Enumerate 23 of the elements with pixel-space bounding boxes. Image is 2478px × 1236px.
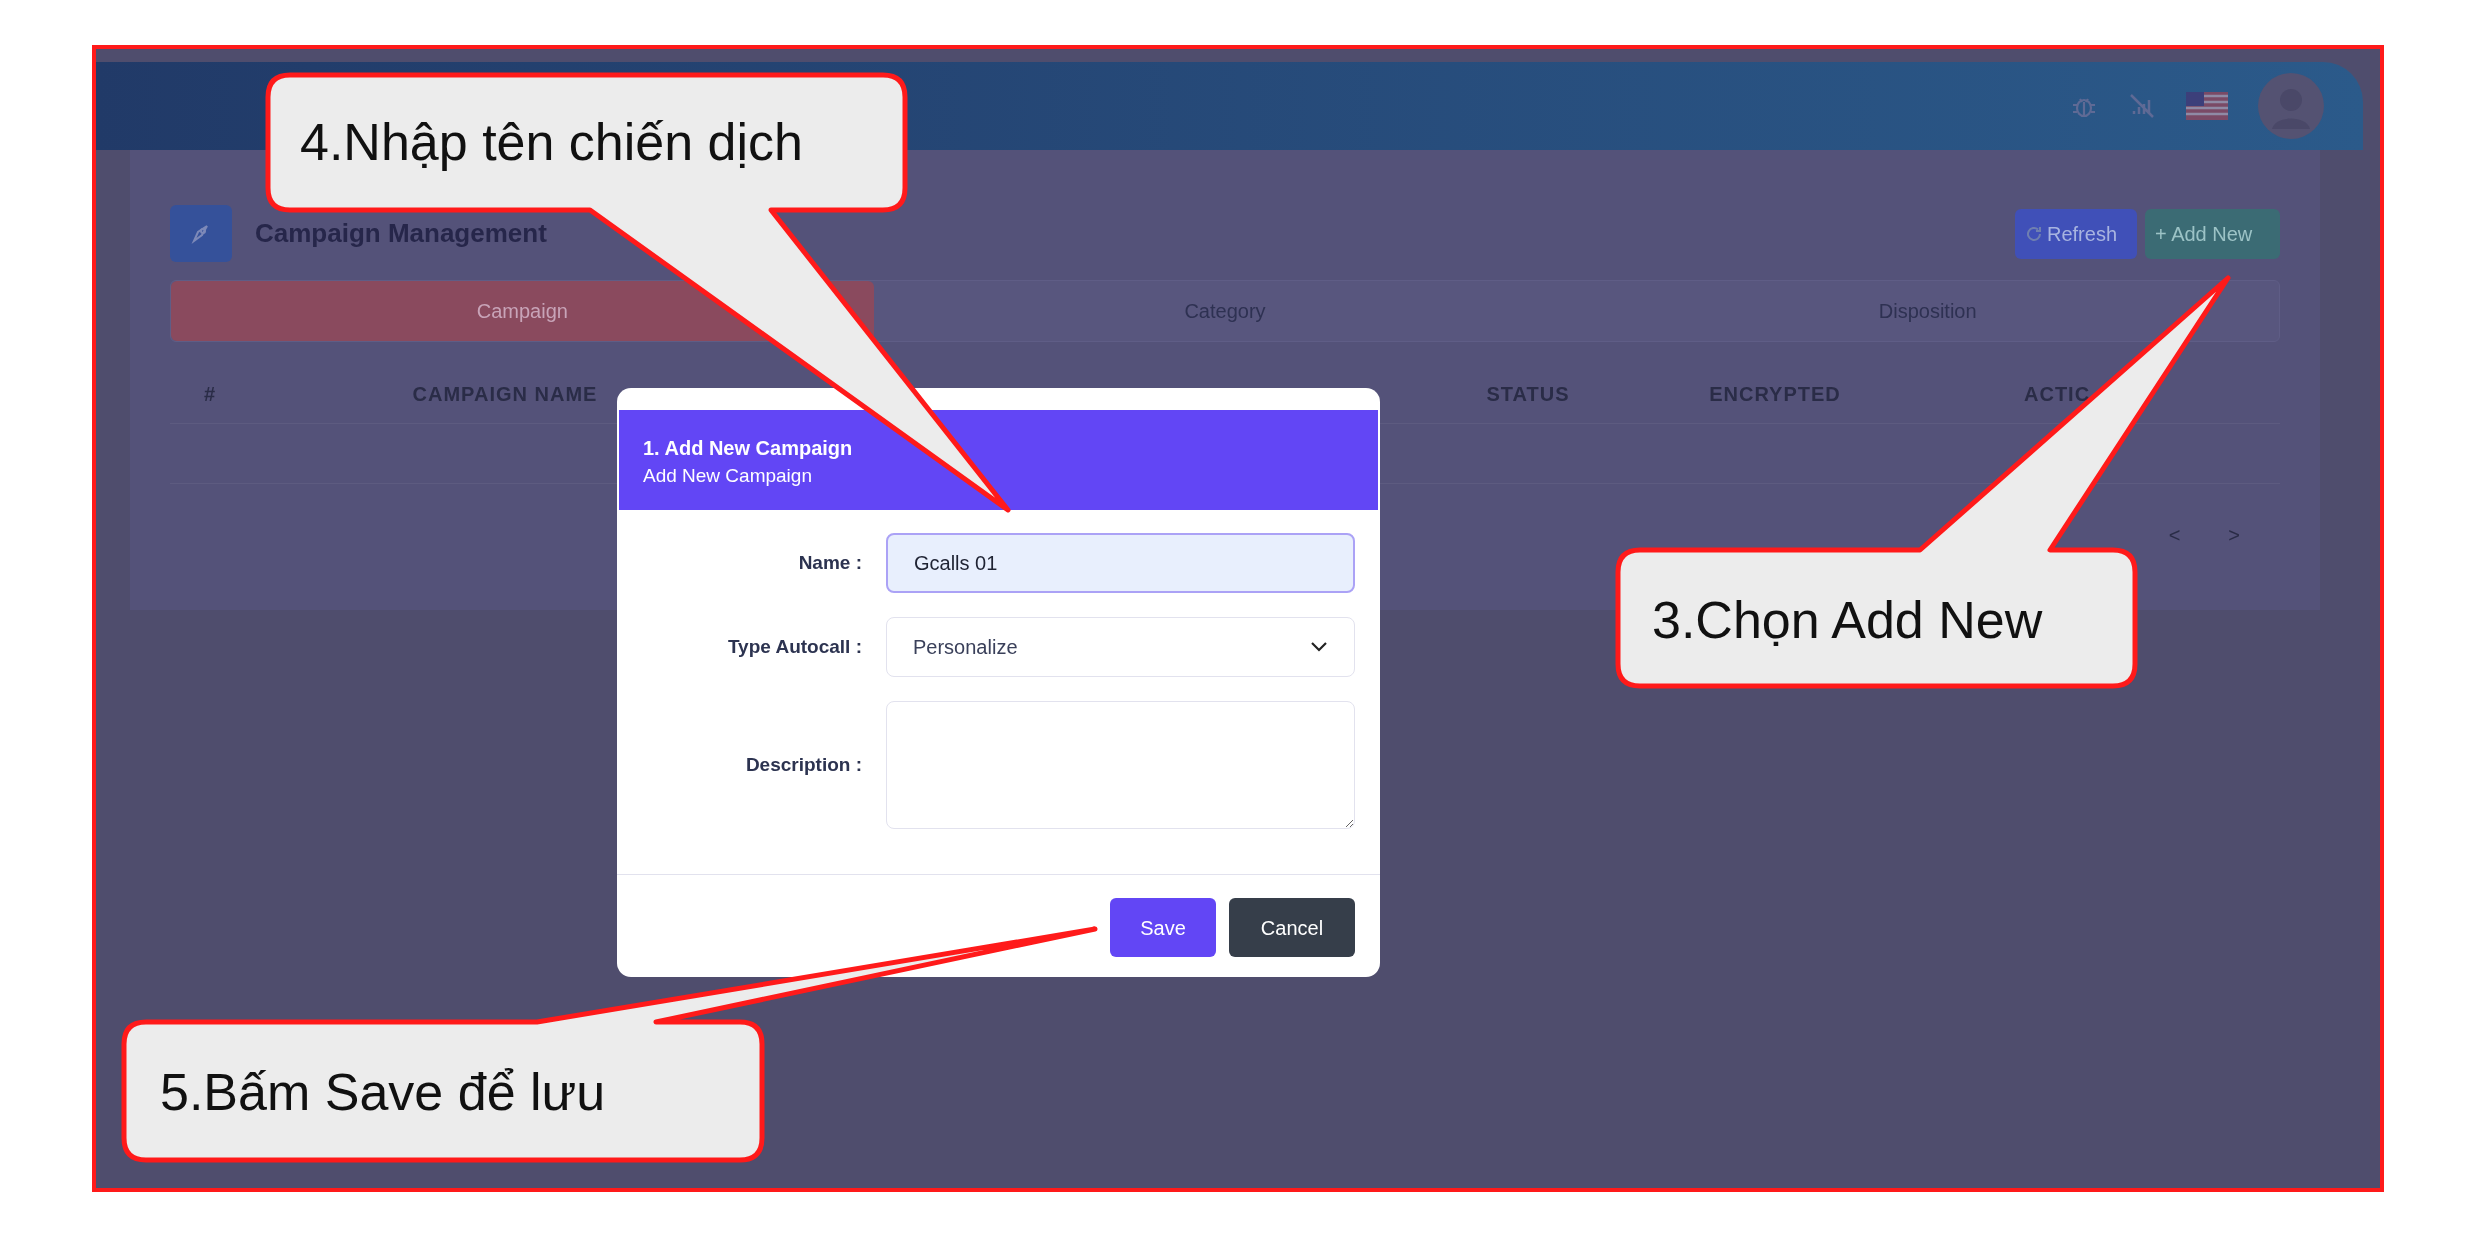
chevron-down-icon (1310, 641, 1328, 653)
flag-icon[interactable] (2186, 92, 2228, 120)
callout-text: 5.Bấm Save để lưu (160, 1063, 606, 1121)
avatar-icon[interactable] (2258, 73, 2324, 139)
previous-page-button[interactable]: < (2168, 520, 2181, 550)
add-new-button[interactable]: + Add New (2145, 208, 2280, 259)
name-input[interactable]: Gcalls 01 (886, 533, 1355, 593)
callout-text: 3.Chọn Add New (1652, 591, 2043, 649)
modal-title: 1. Add New Campaign (643, 436, 854, 461)
field-label: Name : (797, 550, 862, 575)
next-page-button[interactable]: > (2228, 520, 2240, 550)
refresh-button[interactable]: Refresh (2015, 208, 2137, 259)
description-textarea[interactable] (886, 701, 1355, 829)
cancel-button[interactable]: Cancel (1229, 898, 1355, 957)
field-label: Description : (744, 752, 862, 777)
modal-subtitle: Add New Campaign (643, 464, 813, 488)
column-header: # (203, 381, 217, 407)
type-dropdown[interactable]: Personalize (886, 617, 1355, 677)
save-button[interactable]: Save (1110, 898, 1216, 957)
field-label: Type Autocall : (726, 634, 862, 659)
signal-off-icon[interactable] (2128, 92, 2156, 120)
refresh-icon (2025, 224, 2043, 243)
callout-text: 4.Nhập tên chiến dịch (300, 113, 803, 171)
